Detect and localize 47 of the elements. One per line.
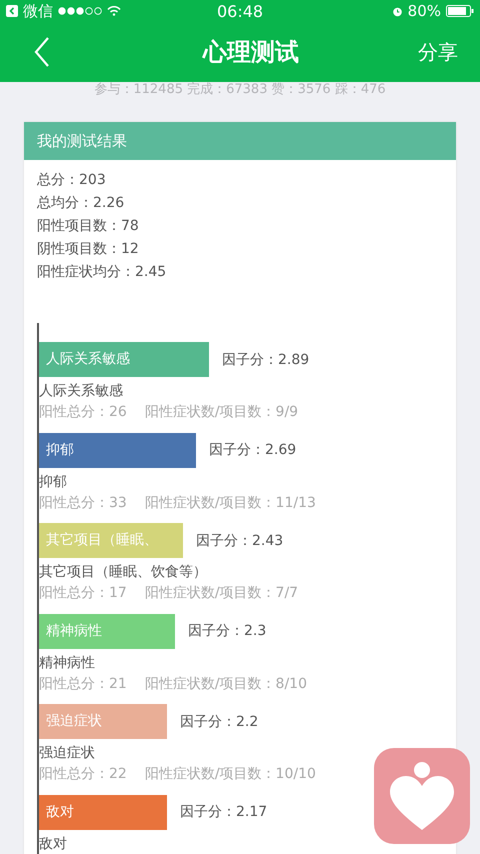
battery-percent: 80% bbox=[408, 2, 442, 20]
factor-name: 人际关系敏感 bbox=[39, 382, 124, 401]
wifi-icon bbox=[107, 6, 121, 16]
symptom-ratio: 阳性症状数/项目数：10/10 bbox=[144, 765, 316, 784]
clock-time: 06:48 bbox=[216, 2, 264, 20]
signal-icon bbox=[58, 7, 102, 15]
factor-score: 因子分：2.2 bbox=[180, 712, 258, 730]
symptom-ratio: 阳性症状数/项目数：7/7 bbox=[144, 584, 298, 603]
factor-name: 其它项目（睡眠、饮食等） bbox=[39, 563, 208, 582]
positive-total: 阳性总分：33 bbox=[39, 494, 127, 512]
factor-bar: 精神病性 bbox=[39, 614, 175, 648]
symptom-ratio: 阳性症状数/项目数：8/10 bbox=[144, 674, 307, 694]
positive-total: 阳性总分：22 bbox=[39, 765, 127, 784]
factor-score: 因子分：2.3 bbox=[188, 622, 266, 640]
factor-name: 精神病性 bbox=[39, 654, 96, 672]
summary-line: 阴性项目数：12 bbox=[37, 240, 140, 259]
summary-line: 总均分：2.26 bbox=[37, 194, 126, 213]
symptom-ratio: 阳性症状数/项目数：9/9 bbox=[144, 403, 298, 422]
factor-score: 因子分：2.69 bbox=[209, 441, 296, 459]
card-header: 我的测试结果 bbox=[24, 122, 456, 160]
back-icon[interactable] bbox=[6, 5, 18, 17]
factor-bar: 敌对 bbox=[39, 794, 167, 830]
factor-bar: 抑郁 bbox=[39, 432, 196, 468]
factor-score: 因子分：2.89 bbox=[222, 350, 310, 368]
alarm-icon bbox=[392, 6, 403, 16]
summary-line: 阳性症状均分：2.45 bbox=[37, 263, 168, 282]
page-title: 心理测试 bbox=[203, 37, 299, 68]
factor-bar: 强迫症状 bbox=[39, 704, 167, 739]
summary-line: 阳性项目数：78 bbox=[37, 217, 140, 236]
summary-line: 总分：203 bbox=[37, 171, 107, 190]
symptom-ratio: 阳性症状数/项目数：11/13 bbox=[144, 494, 316, 512]
factor-score: 因子分：2.17 bbox=[180, 803, 268, 821]
factor-bar: 其它项目（睡眠、 bbox=[39, 523, 183, 558]
positive-total: 阳性总分：21 bbox=[39, 674, 127, 694]
positive-total: 阳性总分：26 bbox=[39, 403, 127, 422]
factor-name: 抑郁 bbox=[39, 472, 68, 492]
battery-icon bbox=[446, 5, 474, 17]
factor-name: 强迫症状 bbox=[39, 744, 96, 763]
back-icon[interactable] bbox=[34, 37, 50, 67]
share-button[interactable]: 分享 bbox=[418, 38, 458, 66]
factor-name: 敌对 bbox=[39, 834, 68, 854]
factor-score: 因子分：2.43 bbox=[196, 532, 284, 550]
app-icon[interactable] bbox=[374, 748, 470, 844]
stats-line: 参与：112485 完成：67383 赞：3576 踩：476 bbox=[93, 82, 387, 99]
factor-bar: 人际关系敏感 bbox=[39, 342, 209, 377]
positive-total: 阳性总分：17 bbox=[39, 584, 127, 603]
back-app-label[interactable]: 微信 bbox=[23, 2, 53, 20]
